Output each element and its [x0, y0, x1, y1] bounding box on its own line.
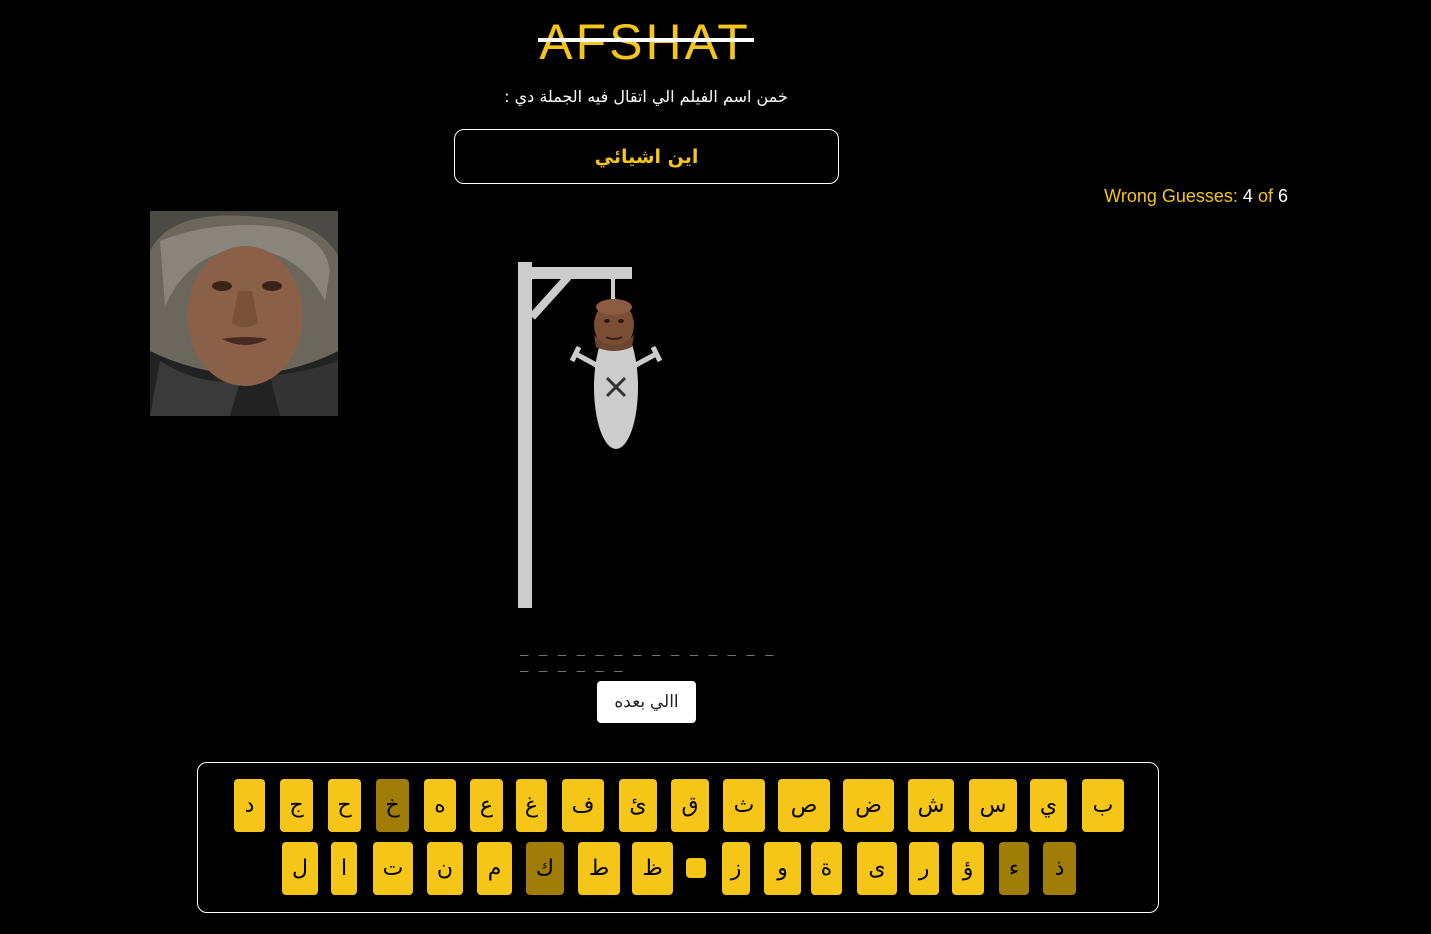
hint-photo [150, 211, 338, 416]
quote-text: اين اشيائي [594, 145, 699, 168]
key-row2-1[interactable]: ا [331, 842, 357, 895]
logo-strikethrough [538, 38, 754, 42]
next-button[interactable]: االي بعده [597, 681, 696, 723]
key-row2-2[interactable]: ت [373, 842, 413, 895]
wrong-guesses-label: Wrong Guesses: [1104, 186, 1238, 206]
key-row2-5: ك [526, 842, 564, 895]
key-row1-5[interactable]: ع [470, 779, 503, 832]
key-row1-11[interactable]: ص [778, 779, 830, 832]
key-row2-0[interactable]: ل [282, 842, 318, 895]
key-row2-11[interactable]: ة [811, 842, 842, 895]
key-row1-7[interactable]: ف [562, 779, 604, 832]
gallows-brace [529, 274, 571, 320]
key-row2-15: ء [999, 842, 1029, 895]
key-row2-9[interactable]: ز [722, 842, 750, 895]
key-row1-10[interactable]: ث [723, 779, 765, 832]
key-row1-8[interactable]: ئ [619, 779, 657, 832]
key-row1-3: خ [376, 779, 409, 832]
hangman-gallows [510, 255, 680, 619]
key-row1-14[interactable]: س [969, 779, 1017, 832]
key-row1-2[interactable]: ح [328, 779, 361, 832]
gallows-drawing [518, 262, 663, 608]
key-row1-13[interactable]: ش [908, 779, 954, 832]
key-row2-12[interactable]: ى [857, 842, 897, 895]
key-row2-7[interactable]: ظ [632, 842, 673, 895]
instruction-text: خمن اسم الفيلم الي اتقال فيه الجملة دي : [504, 87, 788, 106]
wrong-guesses-of: of [1257, 186, 1273, 206]
key-row1-9[interactable]: ق [671, 779, 709, 832]
key-row1-16[interactable]: ب [1082, 779, 1124, 832]
key-row2-13[interactable]: ر [909, 842, 939, 895]
person-photo-illustration [150, 211, 338, 416]
logo: AFSHAT [539, 14, 751, 70]
figure-right-arm [630, 350, 660, 370]
quote-box: اين اشيائي [454, 129, 839, 184]
key-row1-15[interactable]: ي [1030, 779, 1067, 832]
key-row1-6[interactable]: غ [516, 779, 547, 832]
key-row1-1[interactable]: ج [280, 779, 313, 832]
key-row1-4[interactable]: ه [424, 779, 456, 832]
letter-keyboard: دجحخهعغفئقثصضشسيب لاتنمكطظزوةىرؤءذ [197, 762, 1159, 913]
wrong-guesses-counter: Wrong Guesses: 4 of 6 [1100, 186, 1288, 207]
wrong-guesses-max: 6 [1277, 186, 1288, 206]
key-row2-8[interactable] [686, 858, 706, 878]
key-row1-12[interactable]: ض [843, 779, 894, 832]
key-row2-10[interactable]: و [764, 842, 801, 895]
figure-left-arm [572, 350, 602, 370]
key-row2-6[interactable]: ط [578, 842, 620, 895]
wrong-guesses-count: 4 [1242, 186, 1253, 206]
key-row2-16: ذ [1043, 842, 1076, 895]
key-row2-14[interactable]: ؤ [952, 842, 984, 895]
key-row2-4[interactable]: م [477, 842, 512, 895]
gallows-rope [611, 275, 615, 299]
key-row2-3[interactable]: ن [427, 842, 463, 895]
word-placeholder: _ _ _ _ _ _ _ _ _ _ _ _ _ _ _ _ _ _ _ _ [520, 640, 775, 672]
key-row1-0[interactable]: د [234, 779, 265, 832]
